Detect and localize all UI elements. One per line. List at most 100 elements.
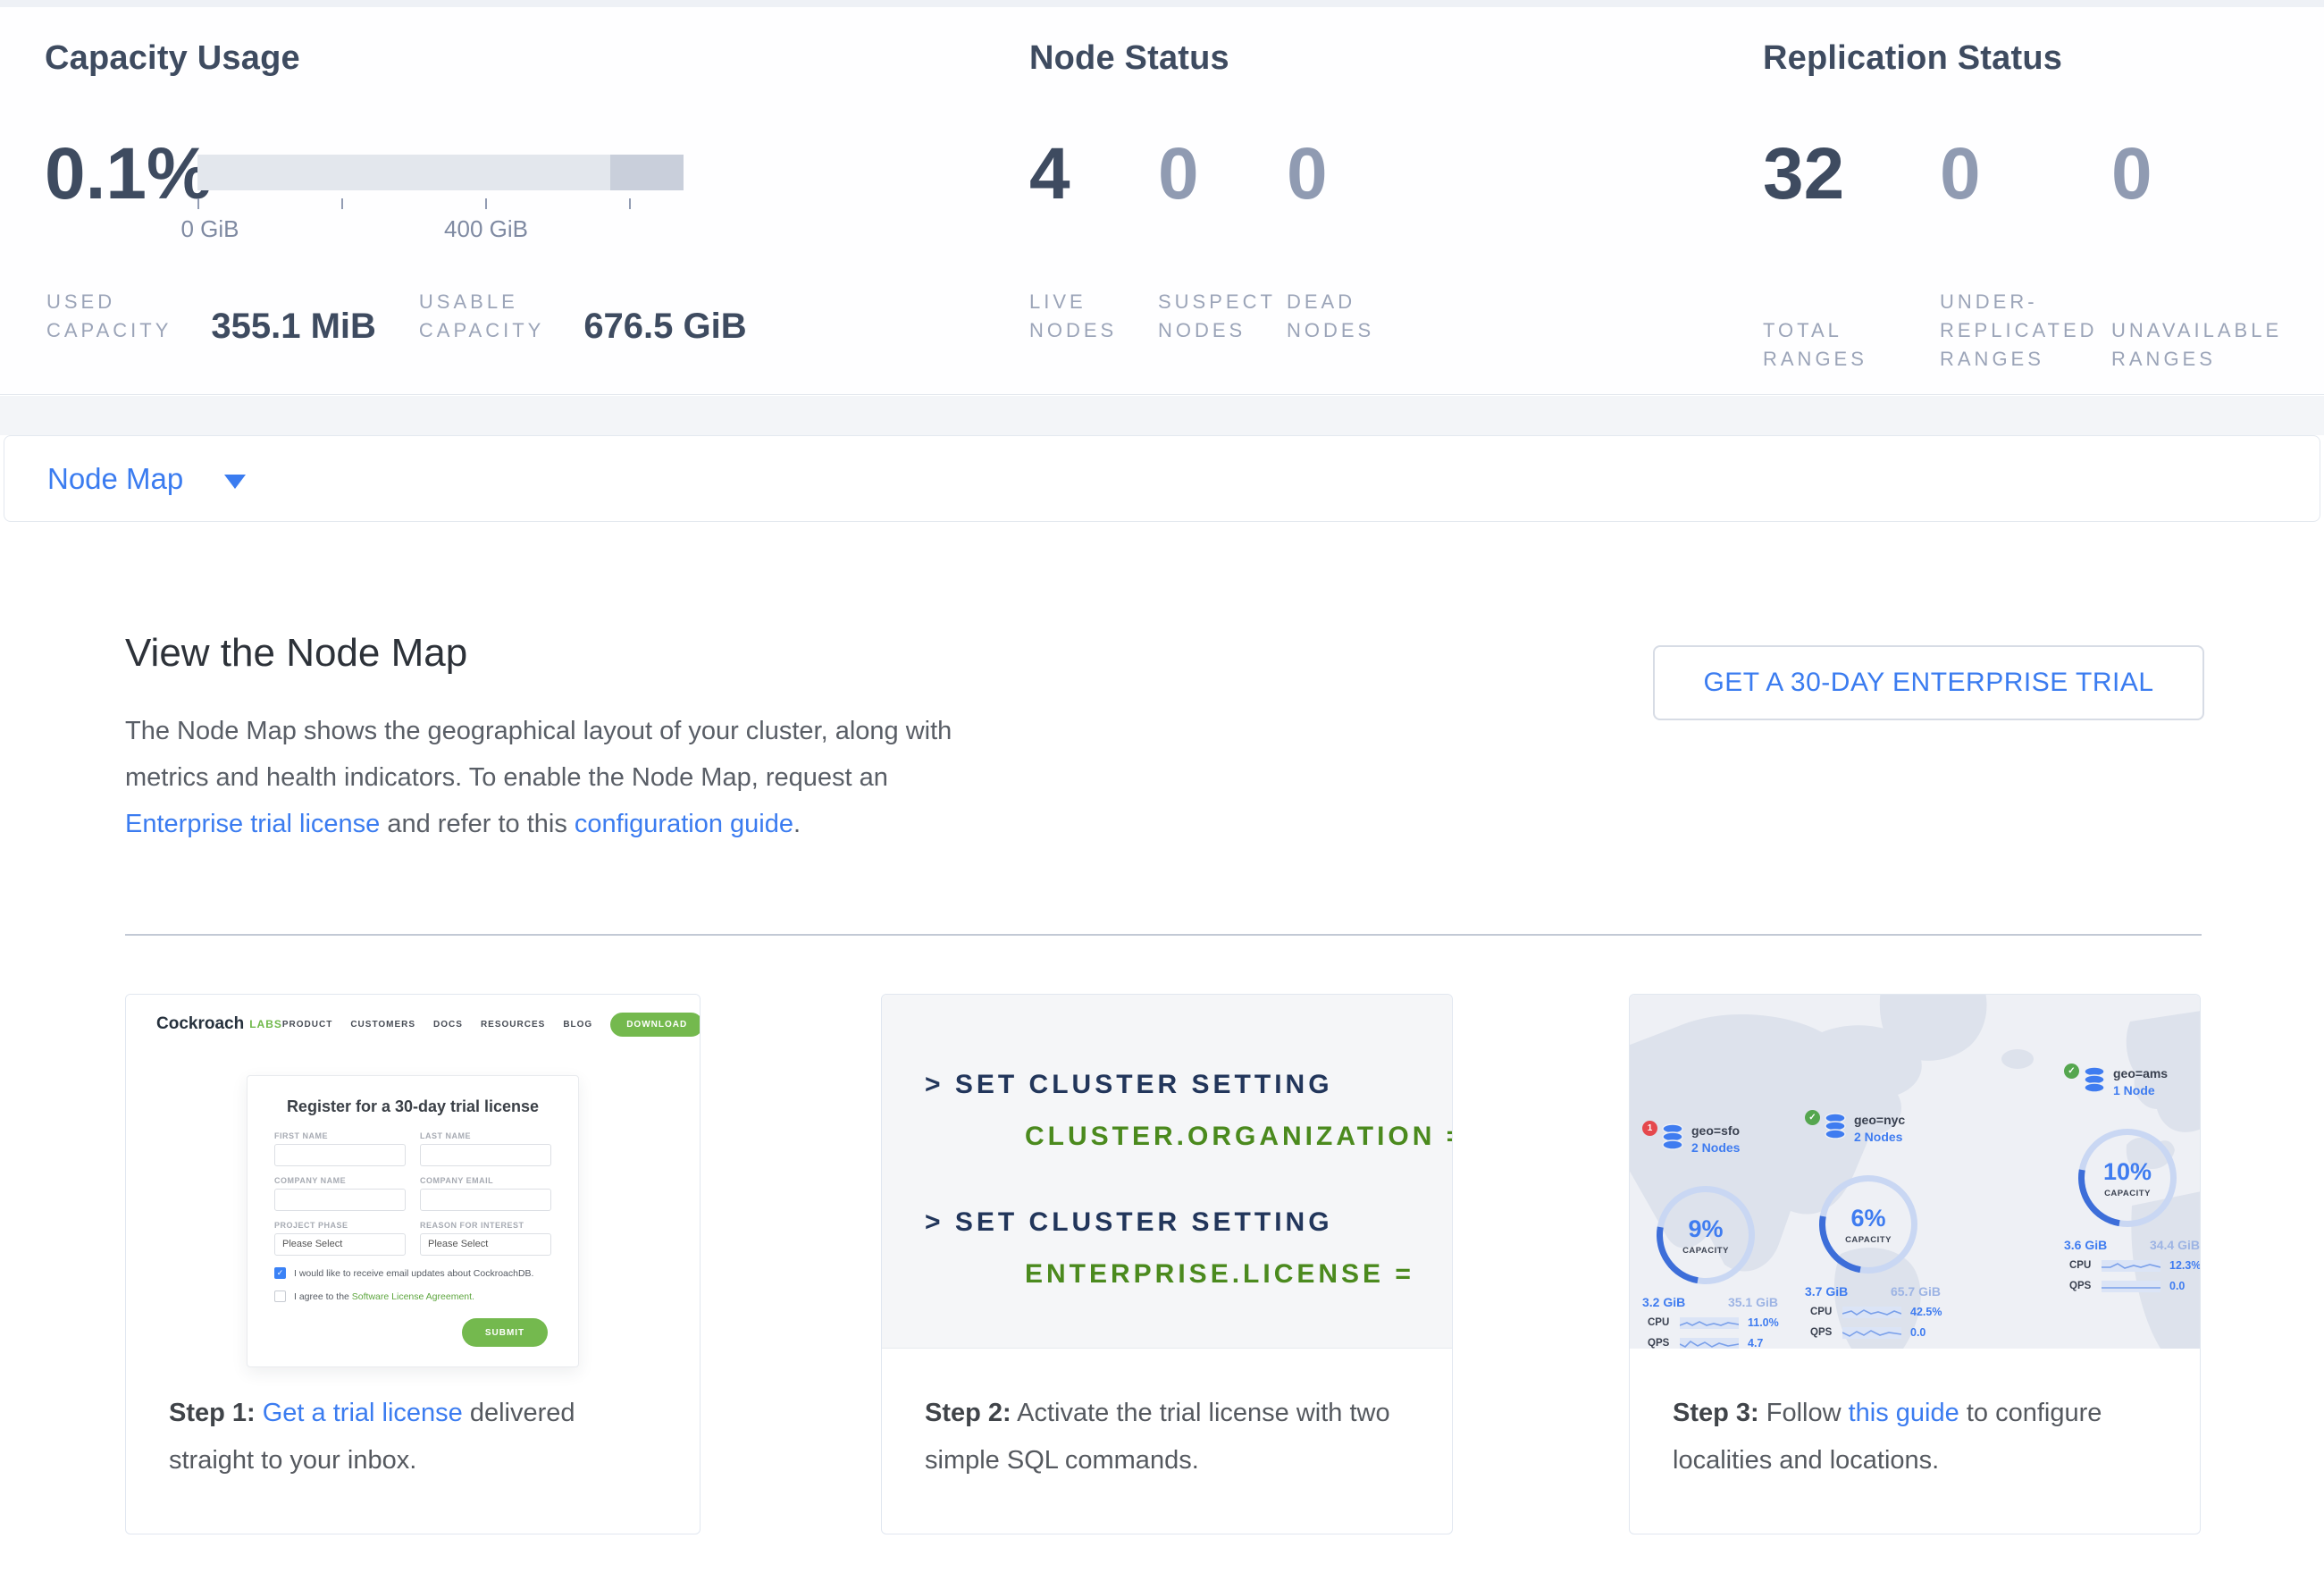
- capacity-usage-section: Capacity Usage 0.1% 0 GiB 400 GiB USEDCA…: [45, 39, 786, 361]
- cpu-sparkline: [1680, 1317, 1739, 1329]
- mock-nav-item: DOCS: [433, 1020, 463, 1030]
- under-replicated-ranges-label: UNDER-REPLICATEDRANGES: [1940, 288, 2111, 374]
- capacity-used-percent: 0.1%: [45, 138, 212, 211]
- node-status-labels: LIVENODES SUSPECTNODES DEADNODES: [1029, 288, 1374, 345]
- replication-status-section: Replication Status 32 0 0 TOTALRANGES UN…: [1763, 39, 2299, 361]
- capacity-percent: 6%: [1850, 1205, 1885, 1232]
- step2-label: Step 2:: [925, 1399, 1011, 1427]
- axis-tick: [629, 198, 631, 209]
- locality-widget-sfo: 1 geo=sfo 2 Nodes 9% CAPACITY: [1642, 1123, 1803, 1349]
- cluster-summary-bar: Capacity Usage 0.1% 0 GiB 400 GiB USEDCA…: [0, 7, 2324, 395]
- node-map-dropdown[interactable]: Node Map: [4, 435, 2320, 522]
- used-capacity-stat: USEDCAPACITY 355.1 MiB: [46, 288, 376, 345]
- capacity-bar-track: [197, 155, 684, 190]
- qps-sparkline: [2102, 1281, 2160, 1292]
- capacity-usage-title: Capacity Usage: [45, 39, 786, 78]
- healthy-check-badge: ✓: [1805, 1110, 1820, 1125]
- healthy-check-badge: ✓: [2064, 1064, 2079, 1079]
- qps-metric-row: QPS 4.7: [1648, 1337, 1763, 1349]
- mock-field-label: COMPANY EMAIL: [420, 1176, 551, 1185]
- mock-input: [420, 1189, 551, 1211]
- get-enterprise-trial-button[interactable]: GET A 30-DAY ENTERPRISE TRIAL: [1653, 645, 2204, 720]
- mock-checkbox-row: I agree to the Software License Agreemen…: [274, 1291, 551, 1302]
- node-map-dropdown-label: Node Map: [47, 462, 183, 496]
- step3-label: Step 3:: [1673, 1399, 1759, 1427]
- error-count-badge: 1: [1642, 1121, 1657, 1136]
- capacity-percent: 9%: [1688, 1215, 1723, 1243]
- capacity-bar-nonusable-segment: [610, 155, 684, 190]
- checkbox-checked-icon: ✓: [274, 1267, 286, 1279]
- intro-paragraph: The Node Map shows the geographical layo…: [125, 708, 976, 847]
- locality-nodes: 2 Nodes: [1854, 1130, 1905, 1144]
- axis-tick: [341, 198, 343, 209]
- configuration-guide-link[interactable]: configuration guide: [575, 810, 793, 838]
- locality-widget-nyc: ✓ geo=nyc 2 Nodes 6% CAPACITY: [1805, 1113, 1966, 1338]
- capacity-range: 3.7 GiB 65.7 GiB: [1805, 1284, 1941, 1299]
- live-nodes-label: LIVENODES: [1029, 288, 1158, 345]
- database-icon: [2083, 1066, 2106, 1093]
- chevron-down-icon: [224, 475, 246, 489]
- sql-line: ENTERPRISE.LICENSE =: [1025, 1259, 1452, 1290]
- sql-line: CLUSTER.ORGANIZATION =: [1025, 1122, 1452, 1152]
- locality-name: geo=nyc: [1854, 1113, 1905, 1127]
- used-capacity-value: 355.1 MiB: [211, 307, 376, 345]
- capacity-stats-row: USEDCAPACITY 355.1 MiB USABLECAPACITY 67…: [46, 288, 747, 345]
- axis-label-400: 400 GiB: [444, 215, 528, 243]
- mock-field-label: COMPANY NAME: [274, 1176, 406, 1185]
- qps-sparkline: [1842, 1327, 1901, 1339]
- node-status-section: Node Status 4 0 0 LIVENODES SUSPECTNODES…: [1029, 39, 1530, 361]
- mock-input: [274, 1189, 406, 1211]
- node-map-thumbnail: 1 geo=sfo 2 Nodes 9% CAPACITY: [1630, 995, 2201, 1349]
- mock-site-header: Cockroach LABS PRODUCT CUSTOMERS DOCS RE…: [126, 1009, 700, 1039]
- enterprise-trial-license-link[interactable]: Enterprise trial license: [125, 810, 380, 838]
- checkbox-empty-icon: [274, 1291, 286, 1302]
- trial-registration-thumbnail: Cockroach LABS PRODUCT CUSTOMERS DOCS RE…: [126, 995, 700, 1349]
- database-icon: [1661, 1123, 1684, 1150]
- cpu-sparkline: [1842, 1307, 1901, 1318]
- replication-values: 32 0 0: [1763, 138, 2152, 211]
- step3-caption: Step 3: Follow this guide to configure l…: [1630, 1349, 2200, 1534]
- node-status-title: Node Status: [1029, 39, 1530, 78]
- mock-submit-button: SUBMIT: [462, 1318, 548, 1347]
- horizontal-divider: [125, 934, 2202, 936]
- get-trial-license-link[interactable]: Get a trial license: [263, 1399, 463, 1427]
- capacity-gauge: 6% CAPACITY: [1819, 1175, 1917, 1274]
- section-separator-band: [0, 396, 2324, 435]
- node-status-values: 4 0 0: [1029, 138, 1328, 211]
- cpu-sparkline: [2102, 1260, 2160, 1272]
- total-ranges-value: 32: [1763, 138, 1940, 211]
- mock-select: Please Select: [274, 1233, 406, 1256]
- step1-card: Cockroach LABS PRODUCT CUSTOMERS DOCS RE…: [125, 994, 701, 1534]
- step3-card: 1 geo=sfo 2 Nodes 9% CAPACITY: [1629, 994, 2201, 1534]
- mock-registration-form: Register for a 30-day trial license FIRS…: [247, 1075, 579, 1367]
- mock-input: [274, 1144, 406, 1166]
- locality-widget-ams: ✓ geo=ams 1 Node 10% CAPACITY: [2064, 1066, 2201, 1291]
- mock-input: [420, 1144, 551, 1166]
- mock-nav-item: RESOURCES: [481, 1020, 545, 1030]
- used-capacity-label: USEDCAPACITY: [46, 288, 172, 345]
- dead-nodes-value: 0: [1287, 138, 1328, 211]
- axis-label-0: 0 GiB: [180, 215, 239, 243]
- usable-capacity-stat: USABLECAPACITY 676.5 GiB: [419, 288, 747, 345]
- page-top-strip: [0, 0, 2324, 7]
- capacity-gauge: 10% CAPACITY: [2078, 1129, 2177, 1227]
- this-guide-link[interactable]: this guide: [1849, 1399, 1959, 1427]
- axis-tick: [197, 198, 199, 209]
- under-replicated-ranges-value: 0: [1940, 138, 2111, 211]
- capacity-caption: CAPACITY: [1682, 1246, 1729, 1256]
- mock-checkbox-row: ✓ I would like to receive email updates …: [274, 1267, 551, 1279]
- capacity-caption: CAPACITY: [1845, 1235, 1892, 1245]
- qps-metric-row: QPS 0.0: [1810, 1326, 1925, 1339]
- total-ranges-label: TOTALRANGES: [1763, 316, 1940, 374]
- mock-field-label: PROJECT PHASE: [274, 1221, 406, 1230]
- cpu-metric-row: CPU 12.3%: [2069, 1259, 2201, 1272]
- capacity-gauge: 9% CAPACITY: [1657, 1186, 1755, 1284]
- database-icon: [1824, 1113, 1847, 1139]
- step1-label: Step 1:: [169, 1399, 256, 1427]
- capacity-range: 3.6 GiB 34.4 GiB: [2064, 1238, 2200, 1252]
- mock-nav-item: CUSTOMERS: [350, 1020, 415, 1030]
- mock-checkbox-label: I would like to receive email updates ab…: [294, 1268, 533, 1279]
- mock-site-brand: Cockroach: [156, 1014, 244, 1034]
- step2-caption: Step 2: Activate the trial license with …: [882, 1349, 1452, 1534]
- intro-text: .: [793, 810, 801, 838]
